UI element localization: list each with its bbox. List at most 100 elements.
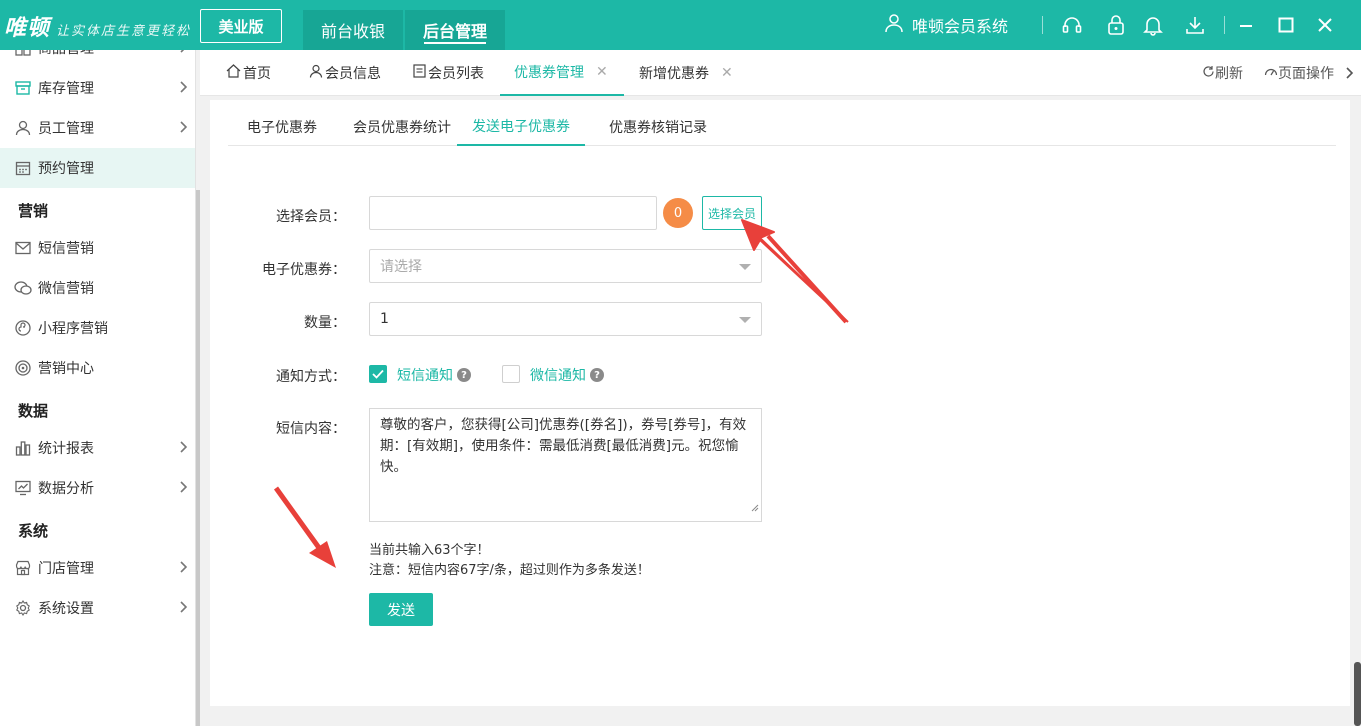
help-icon[interactable]: ? [457,368,471,382]
logo-tagline: 让实体店生意更轻松 [56,24,192,39]
sms-content-textarea[interactable]: 尊敬的客户，您获得[公司]优惠券([券名])，券号[券号]，有效期：[有效期]，… [369,408,762,522]
tab-member-list[interactable]: 会员列表 [413,50,484,96]
coupon-placeholder: 请选择 [380,259,422,275]
tab-member-coupon-stats[interactable]: 会员优惠券统计 [344,108,460,146]
tab-front-cashier[interactable]: 前台收银 [303,10,403,50]
member-label: 选择会员： [276,209,346,225]
sidebar-item-booking[interactable]: 预约管理 [0,148,195,188]
send-button[interactable]: 发送 [369,593,433,626]
bar-chart-icon [14,439,32,457]
monitor-chart-icon [14,479,32,497]
target-icon [14,359,32,377]
tab-e-coupons[interactable]: 电子优惠券 [228,108,336,146]
chevron-right-icon [180,121,188,137]
close-tab-icon[interactable]: ✕ [721,65,733,81]
page-tabs: 首页 会员信息 会员列表 优惠券管理 ✕ 新增优惠券 ✕ 刷新 页面操作 [200,50,1361,96]
sms-length-note: 注意：短信内容67字/条，超过则作为多条发送！ [369,563,650,578]
sidebar-item-label: 小程序营销 [38,321,108,337]
sidebar-item-wechat-marketing[interactable]: 微信营销 [0,268,195,308]
choose-member-button[interactable]: 选择会员 [702,196,762,230]
sms-notify-option[interactable]: 短信通知 ? [397,365,471,385]
sidebar-item-label: 营销中心 [38,361,94,377]
sidebar-item-label: 数据分析 [38,481,94,497]
sms-notify-checkbox[interactable] [369,365,387,383]
wechat-notify-label: 微信通知 [530,368,586,384]
char-count-hint: 当前共输入63个字！ [369,543,490,558]
sidebar-item-inventory[interactable]: 库存管理 [0,68,195,108]
bell-icon[interactable] [1141,13,1165,37]
lock-icon[interactable] [1104,13,1128,37]
page-ops-label: 页面操作 [1278,66,1334,82]
download-icon[interactable] [1183,13,1207,37]
sidebar-item-label: 系统设置 [38,601,94,617]
divider [1042,16,1043,34]
content-card: 电子优惠券 会员优惠券统计 发送电子优惠券 优惠券核销记录 选择会员： 0 选择… [210,100,1350,706]
quantity-select[interactable]: 1 [369,302,762,336]
sidebar-item-analytics[interactable]: 数据分析 [0,468,195,508]
person-icon [14,119,32,137]
tab-member-info[interactable]: 会员信息 [309,50,381,96]
quantity-value: 1 [380,311,389,327]
tab-send-e-coupon[interactable]: 发送电子优惠券 [457,108,585,146]
chevron-right-icon [180,481,188,497]
divider [1224,16,1225,34]
chevron-right-icon [180,50,188,57]
wechat-notify-option[interactable]: 微信通知 ? [530,365,604,385]
tab-label: 会员列表 [428,66,484,82]
wechat-icon [14,279,32,297]
person-icon [309,64,323,82]
sidebar-group-data: 数据 [18,402,49,420]
calendar-icon [14,159,32,177]
close-icon[interactable] [1313,13,1337,37]
wechat-notify-checkbox[interactable] [502,365,520,383]
chevron-down-icon [739,317,751,323]
sidebar-item-marketing-center[interactable]: 营销中心 [0,348,195,388]
member-input[interactable] [369,196,657,230]
scroll-tabs-right-icon[interactable] [1346,50,1354,96]
tab-home[interactable]: 首页 [226,50,271,96]
chevron-right-icon [180,601,188,617]
help-icon[interactable]: ? [590,368,604,382]
sidebar-scrollbar[interactable] [196,190,200,726]
logo-text: 唯顿 [4,15,51,41]
list-icon [413,64,426,82]
sidebar-item-store[interactable]: 门店管理 [0,548,195,588]
tab-new-coupon[interactable]: 新增优惠券 ✕ [639,50,733,96]
maximize-icon[interactable] [1274,13,1298,37]
sidebar-item-reports[interactable]: 统计报表 [0,428,195,468]
page-ops-button[interactable]: 页面操作 [1264,50,1334,96]
chevron-right-icon [180,81,188,97]
user-icon [884,13,904,37]
top-bar: 唯顿 让实体店生意更轻松 美业版 前台收银 后台管理 唯顿会员系统 [0,0,1361,50]
headset-icon[interactable] [1060,13,1084,37]
sidebar-item-sms-marketing[interactable]: 短信营销 [0,228,195,268]
chevron-right-icon [180,561,188,577]
tab-coupon-management[interactable]: 优惠券管理 ✕ [500,50,624,96]
refresh-label: 刷新 [1215,66,1243,82]
sidebar-item-settings[interactable]: 系统设置 [0,588,195,628]
tab-label: 首页 [243,66,271,82]
coupon-select[interactable]: 请选择 [369,249,762,283]
grid-icon [14,50,32,57]
home-icon [226,64,241,82]
tab-backend-admin[interactable]: 后台管理 [405,10,505,50]
sidebar-item-label: 门店管理 [38,561,94,577]
sms-content-label: 短信内容： [276,421,346,437]
tab-coupon-redeem-log[interactable]: 优惠券核销记录 [600,108,716,146]
coupon-label: 电子优惠券： [262,262,346,278]
sidebar-item-label: 统计报表 [38,441,94,457]
edition-button[interactable]: 美业版 [200,9,282,43]
minimize-icon[interactable] [1234,13,1258,37]
sidebar-item-goods[interactable]: 商品管理 [0,50,195,68]
refresh-button[interactable]: 刷新 [1202,50,1243,96]
tab-label: 优惠券管理 [514,65,584,81]
close-tab-icon[interactable]: ✕ [596,64,608,80]
sidebar-item-miniapp-marketing[interactable]: 小程序营销 [0,308,195,348]
page-scrollbar[interactable] [1354,662,1361,726]
mode-tabs: 前台收银 后台管理 [303,10,507,50]
sidebar-item-label: 短信营销 [38,241,94,257]
sidebar-item-label: 员工管理 [38,121,94,137]
resize-grip-icon[interactable] [751,498,759,519]
sidebar-item-staff[interactable]: 员工管理 [0,108,195,148]
sidebar-item-label: 预约管理 [38,161,94,177]
